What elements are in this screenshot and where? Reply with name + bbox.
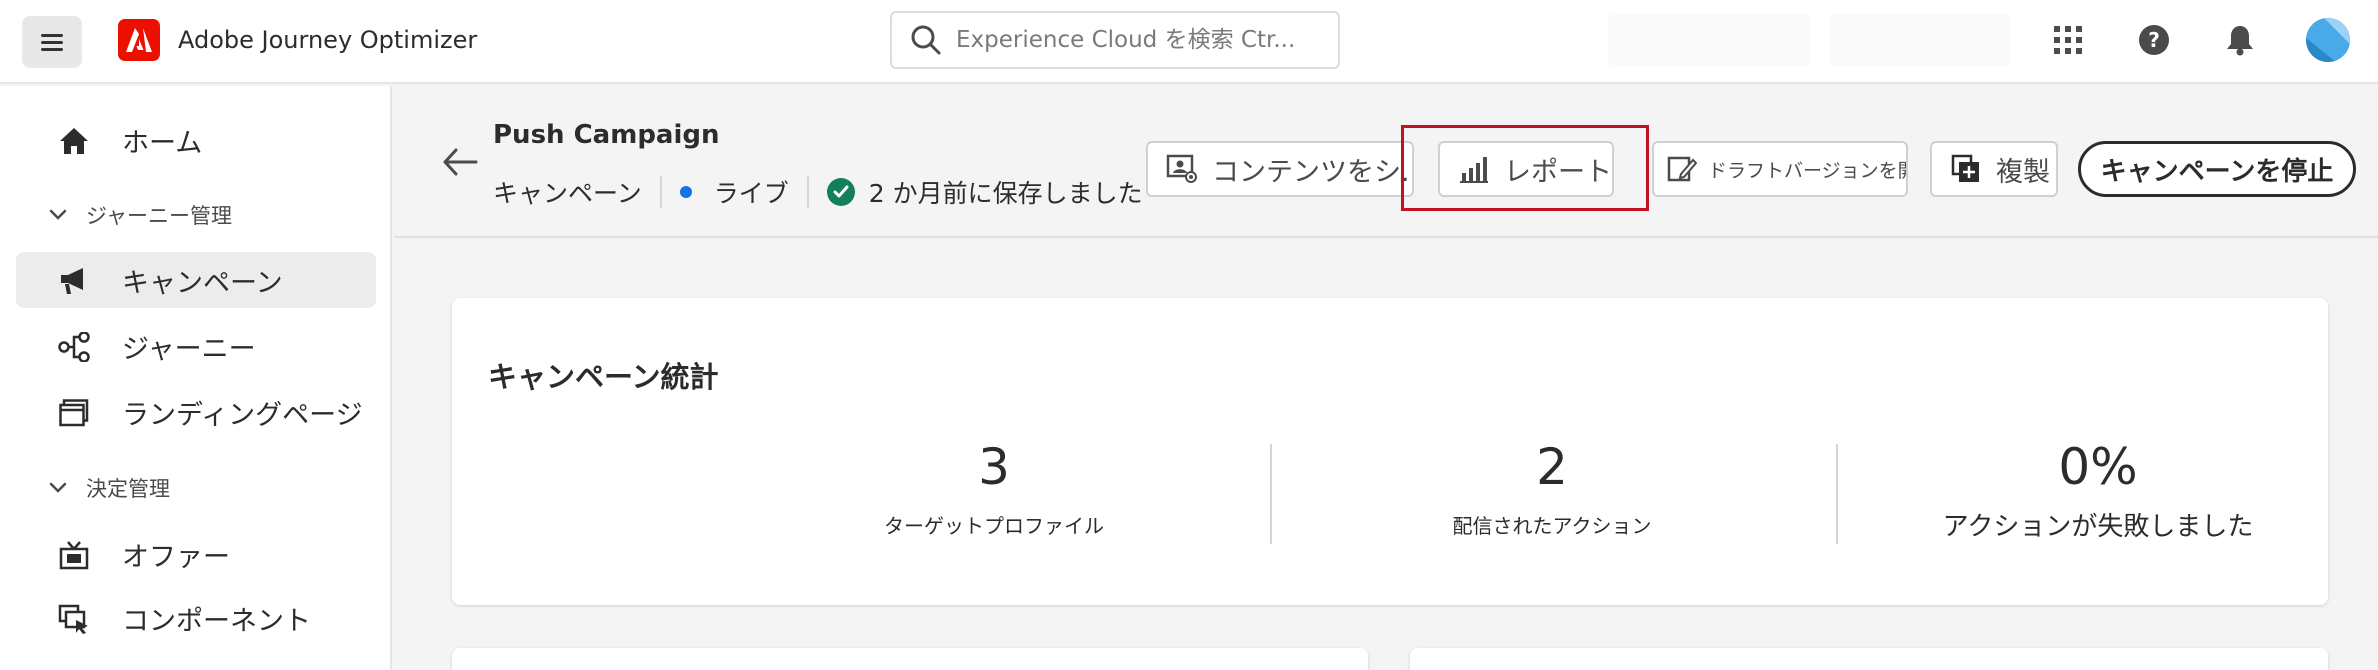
sidebar-item-label: オファー (122, 541, 230, 573)
journey-icon (58, 332, 90, 362)
home-icon (58, 126, 90, 156)
edit-icon (1666, 153, 1698, 185)
bell-icon[interactable] (2222, 22, 2258, 58)
sidebar-item-home[interactable]: ホーム (16, 112, 376, 168)
top-placeholder (1940, 14, 2010, 66)
page-title: Push Campaign (493, 120, 720, 150)
back-arrow-icon[interactable] (440, 142, 480, 182)
sidebar-item-label: ランディングページ (122, 399, 363, 431)
duplicate-button[interactable]: 複製 (1930, 141, 2058, 197)
section-journey-management[interactable]: ジャーニー管理 (48, 200, 232, 230)
divider (1836, 444, 1838, 544)
stat-value: 3 (978, 438, 1010, 496)
stat-value: 2 (1536, 438, 1568, 496)
lower-card (452, 648, 1368, 670)
button-label: 複製 (1996, 156, 2050, 188)
menu-button[interactable] (22, 16, 82, 68)
stop-campaign-button[interactable]: キャンペーンを停止 (2078, 141, 2356, 197)
stat-label: 配信されたアクション (1452, 514, 1652, 538)
section-label: 決定管理 (86, 477, 170, 501)
chevron-down-icon (49, 482, 67, 493)
stat-label: アクションが失敗しました (1942, 512, 2254, 542)
search-box[interactable] (890, 11, 1340, 69)
components-icon (58, 604, 90, 634)
stat-delivered-actions: 2 配信されたアクション (1372, 438, 1732, 539)
stat-value: 0% (2058, 438, 2138, 496)
chevron-down-icon (49, 209, 67, 220)
check-circle-icon (826, 178, 855, 206)
stat-label: ターゲットプロファイル (884, 514, 1104, 538)
help-icon[interactable]: ? (2136, 22, 2172, 58)
stat-failed-actions: 0% アクションが失敗しました (1918, 438, 2278, 543)
section-decision-management[interactable]: 決定管理 (48, 473, 170, 503)
search-icon (911, 25, 941, 55)
sidebar-item-journeys[interactable]: ジャーニー (16, 318, 376, 374)
sidebar-item-label: ジャーニー (122, 333, 256, 365)
campaign-stats-card: キャンペーン統計 3 ターゲットプロファイル 2 配信されたアクション 0% ア… (452, 298, 2328, 605)
adobe-logo-icon[interactable] (118, 19, 160, 61)
sidebar-item-landing-pages[interactable]: ランディングページ (16, 384, 376, 440)
sidebar-item-label: ホーム (122, 127, 203, 159)
button-label: コンテンツをシ... (1212, 156, 1414, 188)
avatar[interactable] (2306, 18, 2350, 62)
stat-target-profiles: 3 ターゲットプロファイル (814, 438, 1174, 539)
sidebar-item-campaigns[interactable]: キャンペーン (16, 252, 376, 308)
card-title: キャンペーン統計 (488, 360, 719, 394)
campaign-type: キャンペーン (493, 179, 642, 208)
open-draft-button[interactable]: ドラフトバージョンを開く (1652, 141, 1908, 197)
app-title: Adobe Journey Optimizer (178, 26, 478, 54)
top-placeholder (1608, 14, 1810, 66)
svg-text:?: ? (2148, 28, 2160, 52)
divider (1270, 444, 1272, 544)
button-label: ドラフトバージョンを開く (1708, 159, 1906, 182)
sidebar-item-label: キャンペーン (122, 267, 283, 299)
top-bar: Adobe Journey Optimizer ? (0, 0, 2378, 84)
megaphone-icon (58, 266, 90, 296)
sidebar-item-label: コンポーネント (122, 605, 311, 637)
sidebar-item-offers[interactable]: オファー (16, 526, 376, 582)
sidebar-item-components[interactable]: コンポーネント (16, 590, 376, 646)
content-simulate-button[interactable]: コンテンツをシ... (1146, 141, 1414, 197)
status-dot-icon (679, 186, 692, 198)
sidebar: ホーム ジャーニー管理 キャンペーン ジャーニー ランディングページ 決定管理 … (0, 86, 392, 670)
landing-page-icon (58, 398, 90, 428)
offer-icon (58, 540, 90, 570)
top-placeholder (1830, 14, 1950, 66)
campaign-meta: キャンペーン ライブ 2 か月前に保存しました (493, 174, 1143, 210)
apps-grid-icon[interactable] (2050, 22, 2086, 58)
highlight-box (1401, 125, 1649, 211)
duplicate-icon (1950, 153, 1982, 185)
saved-status: 2 か月前に保存しました (868, 179, 1143, 208)
lower-card (1410, 648, 2328, 670)
header-divider (394, 236, 2378, 238)
status-badge: ライブ (713, 179, 789, 208)
divider (659, 176, 662, 208)
section-label: ジャーニー管理 (86, 204, 232, 228)
preview-icon (1166, 153, 1198, 185)
hamburger-icon (41, 32, 63, 53)
divider (806, 176, 809, 208)
search-input[interactable] (956, 27, 1316, 53)
